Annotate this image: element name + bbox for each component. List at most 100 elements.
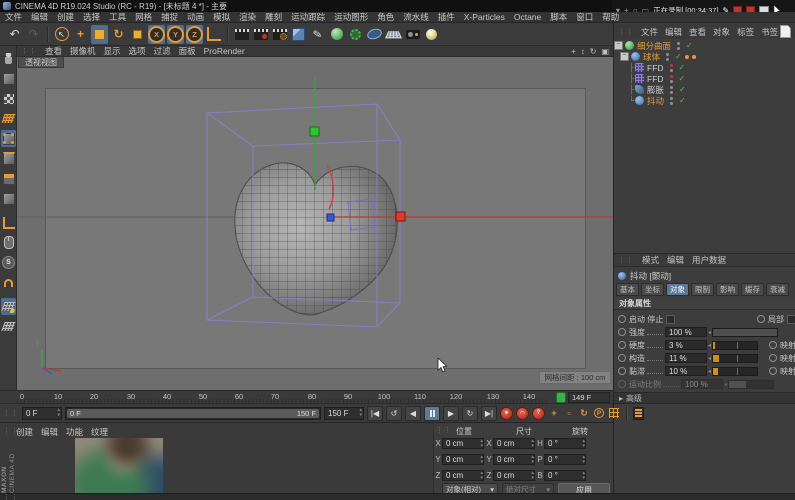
tab-coord[interactable]: 坐标 — [641, 283, 664, 296]
am-menu-mode[interactable]: 模式 — [642, 254, 659, 266]
stiffness-input[interactable]: 3 % — [665, 340, 707, 350]
menu-help[interactable]: 帮助 — [602, 11, 619, 23]
menu-mograph[interactable]: 运动图形 — [334, 11, 368, 23]
menu-file[interactable]: 文件 — [5, 11, 22, 23]
animation-dot-icon[interactable] — [618, 315, 626, 323]
panel-grip-icon[interactable]: ⋮⋮ — [3, 409, 19, 417]
strength-slider[interactable] — [712, 328, 778, 337]
menu-create[interactable]: 创建 — [57, 11, 74, 23]
enabled-check-icon[interactable]: ✓ — [679, 85, 686, 94]
end-frame-field[interactable]: 150 F▴▾ — [324, 407, 364, 420]
visibility-dots[interactable] — [670, 96, 674, 105]
map-label[interactable]: 映射 — [780, 366, 795, 377]
menu-xparticles[interactable]: X-Particles — [464, 12, 505, 22]
tag-dot[interactable] — [692, 55, 696, 59]
add-primitive-button[interactable] — [290, 25, 307, 44]
frame-range-slider[interactable]: 0 F150 F — [65, 407, 321, 420]
tree-row-ffd-2[interactable]: ├ FFD ✓ — [614, 73, 795, 84]
goto-start-button[interactable]: |◀ — [367, 406, 383, 421]
menu-window[interactable]: 窗口 — [576, 11, 593, 23]
mat-menu-create[interactable]: 创建 — [16, 426, 33, 438]
animation-dot-icon[interactable] — [618, 354, 626, 362]
menu-plugins[interactable]: 插件 — [438, 11, 455, 23]
autokey-button[interactable]: ◠ — [516, 407, 529, 420]
add-spline-button[interactable]: ✎ — [309, 25, 326, 44]
last-used-tool[interactable] — [129, 25, 146, 44]
tree-row-bulge[interactable]: ├ 膨胀 ✓ — [614, 84, 795, 95]
uv-mode-button[interactable] — [1, 110, 16, 127]
move-tool[interactable]: + — [72, 25, 89, 44]
structure-slider[interactable] — [712, 354, 758, 363]
animation-dot-icon[interactable] — [769, 367, 777, 375]
am-menu-userdata[interactable]: 用户数据 — [692, 254, 726, 266]
animation-dot-icon[interactable] — [769, 341, 777, 349]
menu-snap[interactable]: 捕捉 — [161, 11, 178, 23]
rot-p-input[interactable]: 0 °▴▾ — [544, 454, 586, 465]
panel-grip-icon[interactable]: ⋮⋮ — [21, 47, 37, 55]
enabled-check-icon[interactable]: ✓ — [686, 41, 693, 50]
polygon-mode-button[interactable] — [1, 170, 16, 187]
add-field-button[interactable] — [366, 25, 383, 44]
size-y-input[interactable]: 0 cm▴▾ — [493, 454, 535, 465]
menu-render[interactable]: 渲染 — [239, 11, 256, 23]
object-label[interactable]: FFD — [647, 63, 664, 73]
toggle-view-icon[interactable]: ▣ — [601, 47, 609, 56]
enabled-check-icon[interactable]: ✓ — [675, 52, 682, 61]
mat-menu-function[interactable]: 功能 — [66, 426, 83, 438]
om-menu-file[interactable]: 文件 — [641, 26, 658, 38]
tree-row-ffd-1[interactable]: ├ FFD ✓ — [614, 62, 795, 73]
record-keyframe-button[interactable]: ● — [500, 407, 513, 420]
rotate-tool[interactable]: ↻ — [110, 25, 127, 44]
coordinate-system-button[interactable] — [205, 25, 222, 44]
layer-browser-icon[interactable] — [780, 25, 791, 38]
drag-input[interactable]: 10 % — [665, 366, 707, 376]
menu-octane[interactable]: Octane — [514, 12, 541, 22]
y-axis-handle[interactable] — [310, 127, 319, 136]
play-reverse-button[interactable]: ↺ — [386, 406, 402, 421]
goto-end-button[interactable]: ▶| — [481, 406, 497, 421]
enabled-check-icon[interactable]: ✓ — [679, 96, 686, 105]
tab-object[interactable]: 对象 — [666, 283, 689, 296]
add-deformer-button[interactable] — [347, 25, 364, 44]
menu-animate[interactable]: 动画 — [187, 11, 204, 23]
visibility-dots[interactable] — [666, 52, 670, 61]
animation-dot-icon[interactable] — [618, 367, 626, 375]
visibility-dots[interactable] — [670, 85, 674, 94]
tree-row-jiggle[interactable]: └ 抖动 ✓ — [614, 95, 795, 106]
add-light-button[interactable] — [423, 25, 440, 44]
vp-menu-options[interactable]: 选项 — [129, 45, 146, 57]
object-label[interactable]: FFD — [647, 74, 664, 84]
animation-dot-icon[interactable] — [618, 341, 626, 349]
key-parameter-toggle[interactable]: P — [593, 407, 605, 420]
tree-row-sphere[interactable]: – 球体 ✓ — [614, 51, 795, 62]
menu-mesh[interactable]: 网格 — [135, 11, 152, 23]
map-label[interactable]: 映射 — [780, 353, 795, 364]
menu-character[interactable]: 角色 — [377, 11, 394, 23]
rot-b-input[interactable]: 0 °▴▾ — [544, 470, 586, 481]
tab-basic[interactable]: 基本 — [616, 283, 639, 296]
enable-snap-button[interactable]: S — [1, 254, 16, 271]
tag-dot[interactable] — [685, 55, 689, 59]
live-selection-tool[interactable]: ↖ — [53, 25, 70, 44]
mat-menu-edit[interactable]: 编辑 — [41, 426, 58, 438]
timeline-ruler[interactable]: 0 10 20 30 40 50 60 70 80 90 100 110 120… — [0, 390, 613, 403]
vp-menu-view[interactable]: 查看 — [45, 45, 62, 57]
am-menu-edit[interactable]: 编辑 — [667, 254, 684, 266]
timeline-playhead[interactable] — [556, 392, 566, 403]
animation-dot-icon[interactable] — [769, 354, 777, 362]
menu-sculpt[interactable]: 雕刻 — [265, 11, 282, 23]
size-x-input[interactable]: 0 cm▴▾ — [493, 438, 535, 449]
object-mode-button[interactable] — [1, 190, 16, 207]
viewport-tab-perspective[interactable]: 透视视图 — [18, 57, 64, 68]
enable-checkbox[interactable] — [666, 315, 675, 324]
model-mode-button[interactable] — [1, 70, 16, 87]
panel-grip-icon[interactable]: ⋮⋮ — [436, 426, 452, 434]
visibility-dots[interactable] — [670, 74, 674, 83]
object-label[interactable]: 球体 — [643, 51, 660, 63]
viewport-canvas[interactable]: 透视视图 Y 网格间距 : 100 cm — [17, 57, 613, 390]
panel-grip-icon[interactable]: ⋮⋮ — [618, 256, 634, 264]
panel-grip-icon[interactable]: ⋮⋮ — [618, 28, 634, 36]
animation-dot-icon[interactable] — [757, 315, 765, 323]
drag-slider[interactable] — [712, 367, 758, 376]
animation-dot-icon[interactable] — [618, 328, 626, 336]
